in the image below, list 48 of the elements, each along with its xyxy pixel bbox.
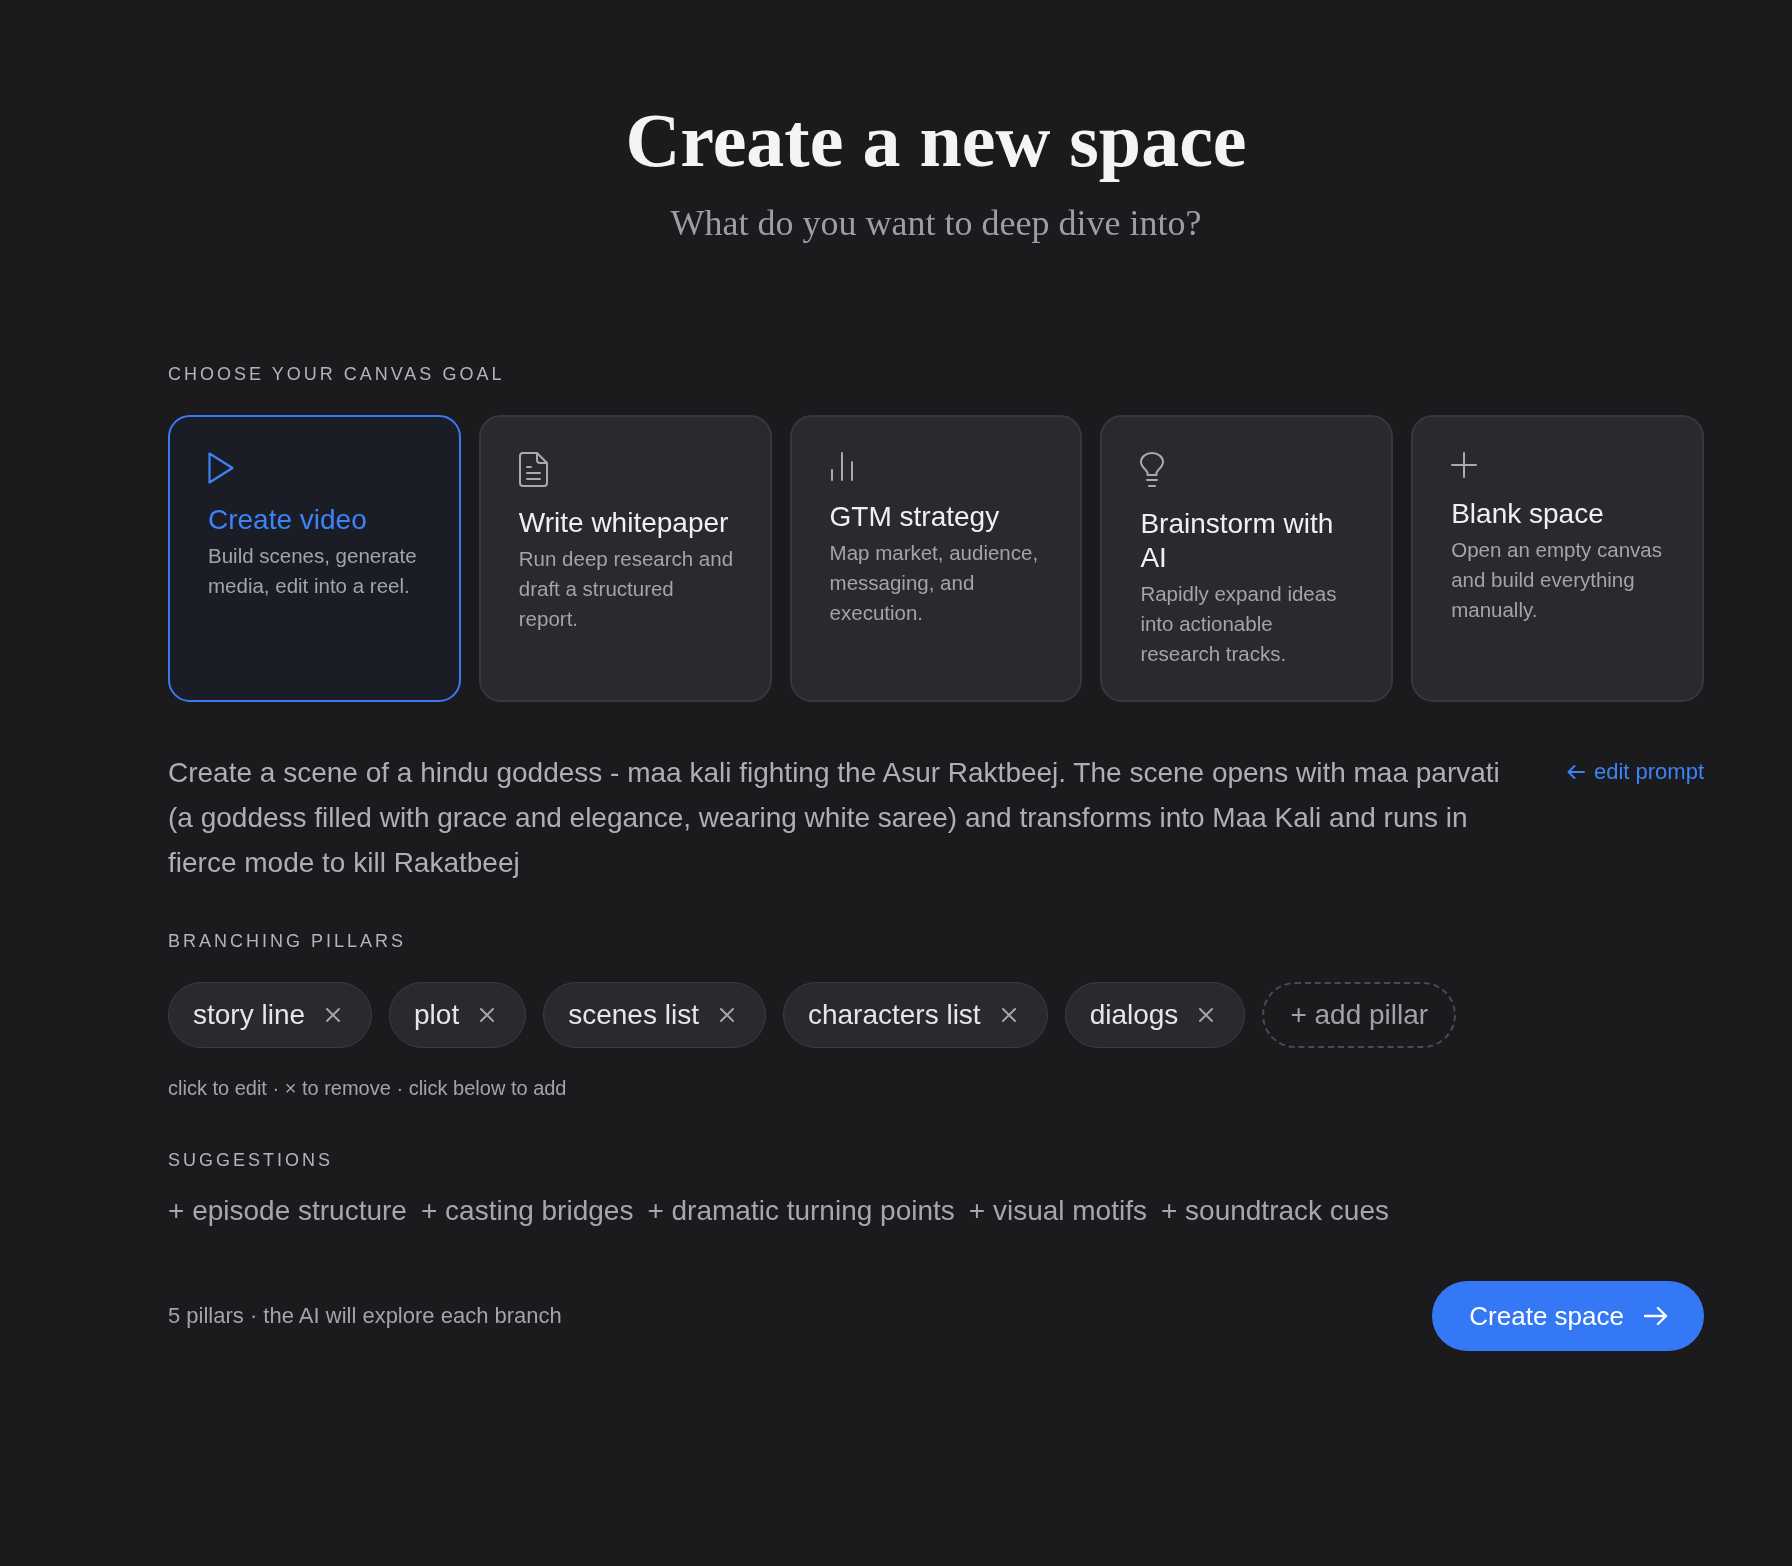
card-title: Write whitepaper bbox=[518, 506, 729, 540]
card-description: Build scenes, generate media, edit into a reel. bbox=[208, 543, 418, 599]
close-icon[interactable] bbox=[479, 1007, 496, 1023]
goal-card[interactable]: Blank space Open an empty canvas and build everything manually. bbox=[1411, 415, 1704, 702]
goal-card[interactable]: GTM strategy Map market, audience, messaging, and execution. bbox=[789, 415, 1083, 702]
pillar-chip[interactable]: characters list bbox=[782, 982, 1048, 1048]
section-heading: CHOOSE YOUR CANVAS GOAL bbox=[168, 363, 505, 385]
card-description: Open an empty canvas and build everything manually. bbox=[1451, 537, 1663, 623]
close-icon[interactable] bbox=[1198, 1007, 1215, 1023]
card-description: Map market, audience, messaging, and execution. bbox=[829, 540, 1040, 626]
pillar-chip[interactable]: plot bbox=[389, 982, 527, 1048]
suggestion-link[interactable]: + dramatic turning points bbox=[647, 1194, 955, 1228]
document-icon bbox=[518, 452, 548, 487]
bar-chart-icon bbox=[829, 452, 854, 481]
card-title: GTM strategy bbox=[829, 500, 1000, 534]
prompt-text: Create a scene of a hindu goddess - maa kali fighting the Asur Raktbeej. The scene opens with maa parvati (a goddess filled with grace and elegance, wearing white saree) and transforms into Maa Kali and runs in fierce mode to kill Rakatbeej bbox=[168, 756, 1501, 880]
close-icon[interactable] bbox=[718, 1007, 735, 1023]
goal-card[interactable]: Create video Build scenes, generate media, edit into a reel. bbox=[168, 415, 461, 702]
card-title: Blank space bbox=[1451, 497, 1604, 531]
close-icon[interactable] bbox=[1000, 1007, 1017, 1023]
play-icon bbox=[208, 452, 234, 484]
lightbulb-icon bbox=[1140, 452, 1165, 488]
pillar-chip[interactable]: dialogs bbox=[1064, 982, 1246, 1048]
card-title: Create video bbox=[208, 503, 367, 537]
plus-icon bbox=[1451, 452, 1478, 478]
edit-prompt-link[interactable]: edit prompt bbox=[1566, 759, 1704, 785]
suggestion-link[interactable]: + episode structure bbox=[168, 1194, 407, 1228]
page-title: Create a new space bbox=[625, 98, 1247, 182]
page-subtitle: What do you want to deep dive into? bbox=[670, 203, 1202, 243]
hint-text: click to edit · × to remove · click below to add bbox=[168, 1076, 567, 1100]
close-icon[interactable] bbox=[325, 1007, 342, 1023]
section-heading: BRANCHING PILLARS bbox=[168, 930, 407, 952]
create-space-button[interactable]: Create space bbox=[1432, 1281, 1704, 1351]
arrow-right-icon bbox=[1644, 1306, 1668, 1326]
card-description: Rapidly expand ideas into actionable research tracks. bbox=[1140, 581, 1338, 667]
pillar-chip[interactable]: story line bbox=[168, 982, 373, 1048]
goal-card[interactable]: Write whitepaper Run deep research and draft a structured report. bbox=[478, 415, 772, 702]
add-pillar-button[interactable]: + add pillar bbox=[1262, 982, 1457, 1048]
arrow-left-icon bbox=[1566, 764, 1585, 780]
suggestion-link[interactable]: + visual motifs bbox=[968, 1194, 1147, 1228]
goal-card[interactable]: Brainstorm with AI Rapidly expand ideas into actionable research tracks. bbox=[1100, 415, 1394, 702]
summary-text: 5 pillars · the AI will explore each branch bbox=[168, 1303, 562, 1329]
section-heading: SUGGESTIONS bbox=[168, 1149, 334, 1171]
suggestion-link[interactable]: + soundtrack cues bbox=[1160, 1194, 1389, 1228]
card-title: Brainstorm with AI bbox=[1140, 507, 1335, 575]
pillar-chip[interactable]: scenes list bbox=[543, 982, 766, 1048]
suggestion-link[interactable]: + casting bridges bbox=[420, 1194, 634, 1228]
card-description: Run deep research and draft a structured report. bbox=[518, 546, 735, 632]
